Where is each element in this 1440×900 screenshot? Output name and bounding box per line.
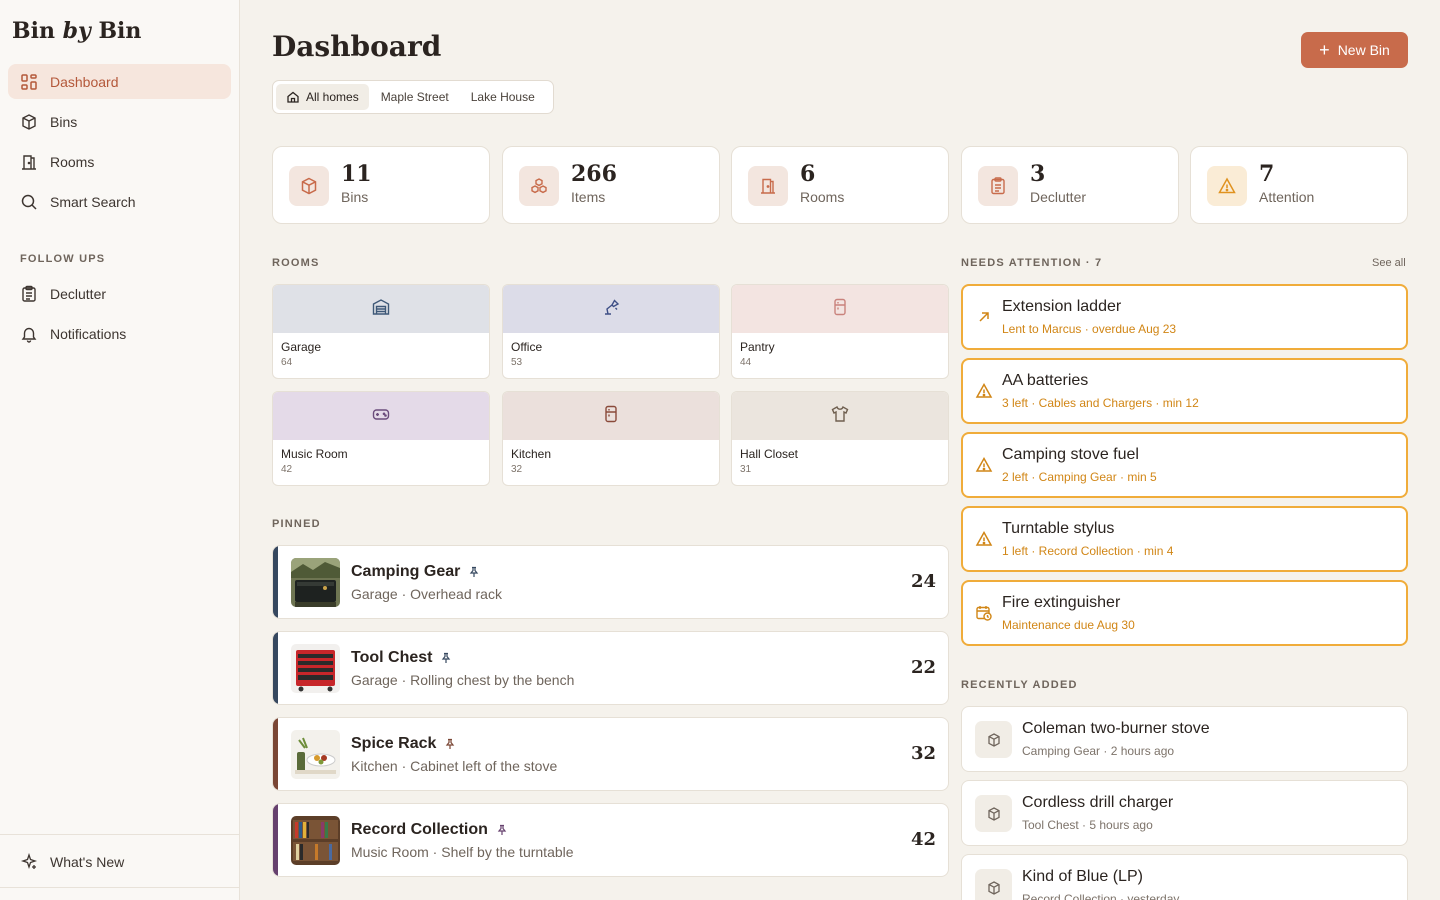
sidebar-item-dashboard[interactable]: Dashboard — [8, 64, 231, 99]
clipboard-icon — [978, 166, 1018, 206]
tab-all-homes[interactable]: All homes — [276, 84, 369, 110]
garage-icon — [371, 297, 391, 322]
sidebar-item-bins[interactable]: Bins — [8, 104, 231, 139]
sidebar-item-label: Smart Search — [50, 193, 136, 210]
dashboard-grid-icon — [20, 73, 38, 91]
needs-attention-heading: NEEDS ATTENTION · 7 — [961, 257, 1103, 269]
sidebar-item-label: Dashboard — [50, 73, 119, 90]
door-icon — [748, 166, 788, 206]
calendar-clock-icon — [975, 604, 993, 622]
door-icon — [20, 153, 38, 171]
clipboard-icon — [20, 285, 38, 303]
recent-item[interactable]: Kind of Blue (LP) Record Collection · ye… — [961, 854, 1408, 900]
bin-photo — [291, 730, 340, 779]
see-all-link[interactable]: See all — [1372, 257, 1406, 269]
pin-icon — [440, 652, 452, 664]
warning-icon — [975, 456, 993, 474]
shirt-icon — [830, 404, 850, 429]
brand-logo[interactable]: Bin by Bin — [12, 18, 141, 44]
stat-card-items[interactable]: 266 Items — [502, 146, 720, 224]
attention-item[interactable]: Turntable stylus 1 left · Record Collect… — [961, 506, 1408, 572]
box-icon — [289, 166, 329, 206]
warning-icon — [1207, 166, 1247, 206]
pinned-bin-camping-gear[interactable]: Camping Gear Garage · Overhead rack 24 — [272, 545, 949, 619]
box-icon — [975, 869, 1012, 900]
box-icon — [975, 721, 1012, 758]
sidebar-item-label: Declutter — [50, 285, 107, 302]
follow-ups-heading: FOLLOW UPS — [20, 253, 106, 265]
pinned-bin-record-collection[interactable]: Record Collection Music Room · Shelf by … — [272, 803, 949, 877]
sidebar-item-label: Rooms — [50, 153, 95, 170]
items-icon — [519, 166, 559, 206]
pin-icon — [444, 738, 456, 750]
pinned-bin-tool-chest[interactable]: Tool Chest Garage · Rolling chest by the… — [272, 631, 949, 705]
bin-photo — [291, 816, 340, 865]
stat-card-rooms[interactable]: 6 Rooms — [731, 146, 949, 224]
sidebar-item-smart-search[interactable]: Smart Search — [8, 184, 231, 219]
sidebar-footer: What's New — [0, 834, 240, 888]
sidebar-item-label: Bins — [50, 113, 78, 130]
home-icon — [286, 90, 300, 104]
home-filter-tabs: All homes Maple Street Lake House — [272, 80, 554, 114]
tab-lake-house[interactable]: Lake House — [461, 84, 545, 110]
fridge-icon — [601, 404, 621, 429]
gamepad-icon — [371, 404, 391, 429]
sidebar-item-label: What's New — [50, 853, 125, 870]
attention-item[interactable]: Camping stove fuel 2 left · Camping Gear… — [961, 432, 1408, 498]
sidebar-item-declutter[interactable]: Declutter — [8, 276, 231, 311]
lamp-icon — [601, 297, 621, 322]
whats-new-link[interactable]: What's New — [8, 844, 231, 879]
pin-icon — [468, 566, 480, 578]
search-icon — [20, 193, 38, 211]
bin-photo — [291, 558, 340, 607]
new-bin-button[interactable]: + New Bin — [1301, 32, 1408, 68]
room-card-music-room[interactable]: Music Room 42 — [272, 391, 490, 486]
page-title: Dashboard — [272, 30, 442, 63]
rooms-heading: ROOMS — [272, 257, 320, 269]
box-icon — [975, 795, 1012, 832]
attention-item[interactable]: AA batteries 3 left · Cables and Charger… — [961, 358, 1408, 424]
sidebar: Bin by Bin Dashboard Bins Rooms Smart Se… — [0, 0, 240, 900]
pinned-bin-spice-rack[interactable]: Spice Rack Kitchen · Cabinet left of the… — [272, 717, 949, 791]
recently-added-heading: RECENTLY ADDED — [961, 679, 1078, 691]
tab-maple-street[interactable]: Maple Street — [371, 84, 459, 110]
sparkles-icon — [20, 852, 38, 871]
room-card-kitchen[interactable]: Kitchen 32 — [502, 391, 720, 486]
stat-card-bins[interactable]: 11 Bins — [272, 146, 490, 224]
bin-photo — [291, 644, 340, 693]
bell-icon — [20, 325, 38, 343]
warning-icon — [975, 530, 993, 548]
stat-card-attention[interactable]: 7 Attention — [1190, 146, 1408, 224]
recent-item[interactable]: Coleman two-burner stove Camping Gear · … — [961, 706, 1408, 772]
box-icon — [20, 113, 38, 131]
stat-card-declutter[interactable]: 3 Declutter — [961, 146, 1179, 224]
sidebar-item-notifications[interactable]: Notifications — [8, 316, 231, 351]
room-card-office[interactable]: Office 53 — [502, 284, 720, 379]
attention-item[interactable]: Extension ladder Lent to Marcus · overdu… — [961, 284, 1408, 350]
pinned-heading: PINNED — [272, 518, 321, 530]
attention-item[interactable]: Fire extinguisher Maintenance due Aug 30 — [961, 580, 1408, 646]
sidebar-item-rooms[interactable]: Rooms — [8, 144, 231, 179]
fridge-icon — [830, 297, 850, 322]
warning-icon — [975, 382, 993, 400]
plus-icon: + — [1319, 40, 1330, 60]
room-card-garage[interactable]: Garage 64 — [272, 284, 490, 379]
arrow-up-right-icon — [975, 308, 993, 326]
room-card-hall-closet[interactable]: Hall Closet 31 — [731, 391, 949, 486]
sidebar-item-label: Notifications — [50, 325, 127, 342]
pin-icon — [496, 824, 508, 836]
recent-item[interactable]: Cordless drill charger Tool Chest · 5 ho… — [961, 780, 1408, 846]
room-card-pantry[interactable]: Pantry 44 — [731, 284, 949, 379]
